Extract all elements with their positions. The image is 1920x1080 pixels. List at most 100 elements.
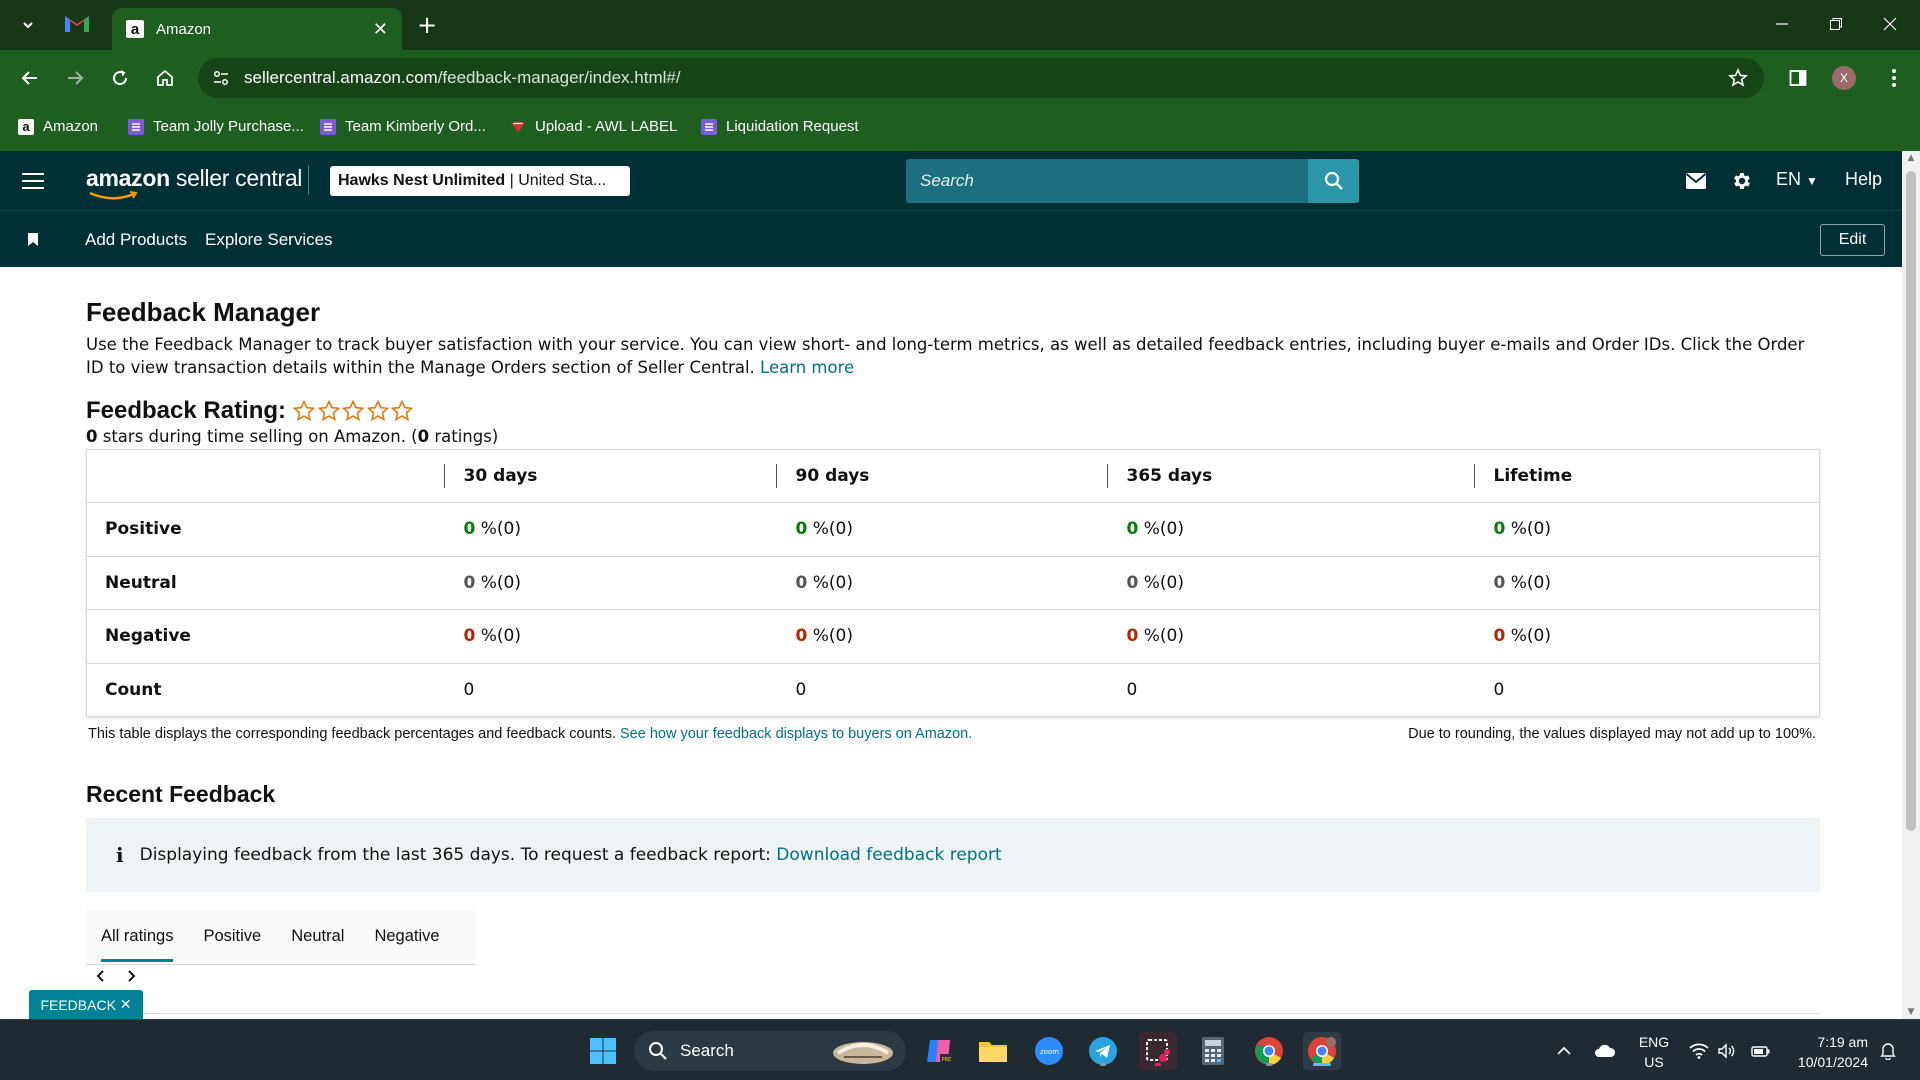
recent-feedback-heading: Recent Feedback [86, 781, 276, 807]
windows-taskbar: Search PRE zoom ENG US 7:19 am 10/01/202… [0, 1019, 1920, 1080]
amazon-smile-icon [89, 191, 138, 200]
forward-button[interactable] [59, 62, 91, 94]
close-icon[interactable]: ✕ [120, 996, 132, 1013]
column-header: 365 days [1106, 449, 1474, 503]
bookmark-upload-awl[interactable]: Upload - AWL LABEL [510, 118, 677, 135]
restore-button[interactable] [1816, 8, 1856, 40]
site-info-icon[interactable] [212, 69, 230, 87]
telegram-app[interactable] [1084, 1032, 1122, 1070]
edit-button[interactable]: Edit [1820, 224, 1885, 256]
zoom-icon: zoom [1035, 1037, 1063, 1065]
table-note: This table displays the corresponding fe… [88, 726, 973, 742]
url-host: sellercentral.amazon.com [244, 68, 438, 87]
bookmark-liquidation[interactable]: Liquidation Request [701, 118, 859, 135]
pagination [95, 969, 137, 983]
settings-button[interactable] [1729, 168, 1755, 194]
battery-tray[interactable] [1751, 1020, 1771, 1080]
chrome-app[interactable] [1250, 1032, 1288, 1070]
intro-text: Use the Feedback Manager to track buyer … [86, 335, 1805, 377]
seller-central-logo[interactable]: amazon seller central [86, 165, 302, 192]
search-button[interactable] [1308, 159, 1359, 203]
calculator-icon [1202, 1037, 1224, 1065]
tab-neutral[interactable]: Neutral [276, 909, 359, 964]
minimize-button[interactable] [1762, 8, 1802, 40]
snipping-tool-app[interactable] [1139, 1032, 1177, 1070]
chrome-profile-app[interactable] [1303, 1032, 1341, 1070]
profile-avatar[interactable]: X [1832, 66, 1856, 90]
running-indicator [1100, 1063, 1106, 1066]
volume-tray[interactable] [1717, 1020, 1737, 1080]
column-header: Lifetime [1473, 449, 1820, 503]
tab-search-button[interactable] [10, 10, 46, 40]
amazon-icon: a [18, 118, 34, 135]
search-input[interactable] [906, 159, 1308, 203]
caret-down-icon: ▼ [1806, 174, 1818, 188]
star-icon [366, 399, 389, 422]
star-icon [317, 399, 340, 422]
scroll-down-icon[interactable]: ▼ [1906, 1007, 1916, 1017]
page-scrollbar[interactable]: ▲ ▼ [1902, 151, 1920, 1019]
learn-more-link[interactable]: Learn more [760, 358, 854, 377]
url-text[interactable]: sellercentral.amazon.com/feedback-manage… [244, 68, 681, 88]
rating-summary: 0 stars during time selling on Amazon. (… [86, 427, 499, 446]
show-hidden-icons[interactable] [1556, 1020, 1572, 1080]
taskbar-search[interactable]: Search [634, 1031, 906, 1071]
gmail-tab[interactable] [64, 13, 90, 37]
hamburger-menu-icon[interactable] [22, 173, 44, 194]
notifications-tray[interactable] [1880, 1020, 1896, 1080]
tab-all-ratings[interactable]: All ratings [86, 909, 188, 964]
bookmark-team-kimberly[interactable]: Team Kimberly Ord... [320, 118, 486, 135]
tab-positive[interactable]: Positive [188, 909, 276, 964]
close-window-button[interactable] [1870, 8, 1910, 40]
feedback-widget-button[interactable]: FEEDBACK ✕ [29, 990, 143, 1019]
reload-button[interactable] [104, 62, 136, 94]
chevron-left-icon[interactable] [95, 969, 107, 983]
scroll-up-icon[interactable]: ▲ [1906, 153, 1916, 163]
bookmark-team-jolly[interactable]: Team Jolly Purchase... [128, 118, 304, 135]
copilot-icon: PRE [927, 1040, 952, 1063]
help-link[interactable]: Help [1845, 169, 1882, 190]
calculator-app[interactable] [1194, 1032, 1232, 1070]
table-cell: 0 %(0) [1473, 556, 1820, 610]
store-switcher[interactable]: Hawks Nest Unlimited | United Sta... [330, 166, 630, 196]
file-explorer-app[interactable] [974, 1032, 1012, 1070]
seller-central-header: amazon seller central Hawks Nest Unlimit… [0, 151, 1902, 210]
bookmark-amazon[interactable]: a Amazon [18, 118, 98, 135]
table-row: Neutral 0 %(0) 0 %(0) 0 %(0) 0 %(0) [86, 556, 1820, 610]
tab-negative[interactable]: Negative [359, 909, 454, 964]
close-tab-icon[interactable]: ✕ [373, 19, 388, 40]
search-highlight-icon [833, 1042, 893, 1064]
browser-menu-button[interactable] [1878, 62, 1910, 94]
search-icon [1324, 171, 1343, 190]
onedrive-tray[interactable] [1594, 1020, 1616, 1080]
wifi-tray[interactable] [1689, 1020, 1709, 1080]
zoom-app[interactable]: zoom [1030, 1032, 1068, 1070]
new-tab-button[interactable]: + [412, 10, 442, 40]
system-clock[interactable]: 7:19 am 10/01/2024 [1790, 1032, 1868, 1072]
download-report-link[interactable]: Download feedback report [776, 845, 1001, 865]
input-language[interactable]: ENG US [1636, 1032, 1672, 1072]
row-label: Negative [86, 609, 444, 664]
messages-button[interactable] [1683, 168, 1709, 194]
side-panel-button[interactable] [1782, 62, 1814, 94]
feedback-rating-heading: Feedback Rating: [86, 397, 415, 425]
table-cell: 0 %(0) [775, 609, 1107, 664]
home-button[interactable] [149, 62, 181, 94]
active-tab[interactable]: a Amazon ✕ [112, 8, 402, 50]
start-button[interactable] [584, 1032, 622, 1070]
address-bar[interactable]: sellercentral.amazon.com/feedback-manage… [198, 58, 1764, 98]
copilot-app[interactable]: PRE [920, 1032, 958, 1070]
back-button[interactable] [14, 62, 46, 94]
feedback-table: 30 days 90 days 365 days Lifetime Positi… [86, 449, 1820, 717]
windows-logo-icon [590, 1038, 616, 1064]
add-products-link[interactable]: Add Products [85, 230, 187, 250]
table-cell: 0 %(0) [775, 502, 1107, 557]
table-cell: 0 %(0) [443, 609, 776, 664]
bookmark-icon[interactable] [27, 232, 39, 247]
explore-services-link[interactable]: Explore Services [205, 230, 333, 250]
feedback-display-link[interactable]: See how your feedback displays to buyers… [620, 726, 972, 742]
scroll-thumb[interactable] [1906, 171, 1916, 831]
chevron-right-icon[interactable] [125, 969, 137, 983]
bookmark-star-icon[interactable] [1728, 68, 1748, 88]
language-selector[interactable]: EN ▼ [1776, 169, 1818, 190]
